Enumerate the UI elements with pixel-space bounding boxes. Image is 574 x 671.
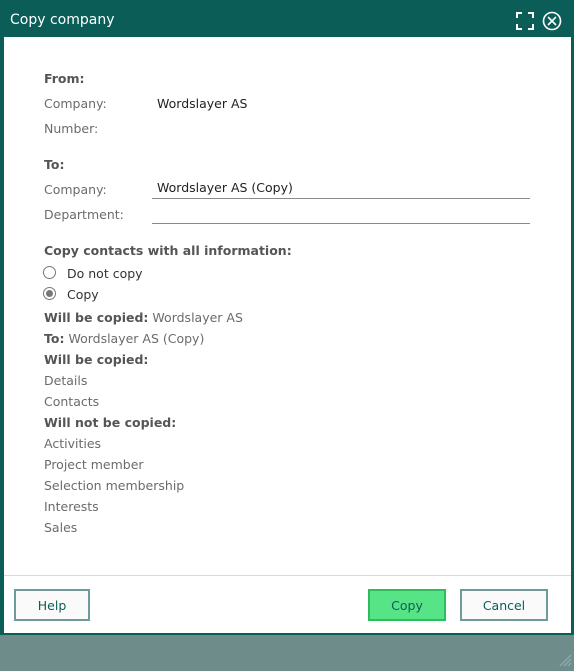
from-company-label: Company: (44, 96, 107, 111)
not-copied-item: Selection membership (44, 478, 185, 493)
to-department-input[interactable] (152, 202, 530, 224)
dialog-content: From: Company: Wordslayer AS Number: To:… (4, 37, 572, 667)
copied-item: Contacts (44, 394, 100, 409)
help-button[interactable]: Help (14, 589, 90, 621)
close-icon[interactable] (542, 11, 562, 31)
from-heading: From: (44, 71, 85, 86)
not-copied-item: Sales (44, 520, 78, 535)
to-company-label: Company: (44, 182, 107, 197)
radio-copy-label[interactable]: Copy (67, 287, 99, 302)
summary-to-value: Wordslayer AS (Copy) (68, 331, 205, 346)
not-copied-item: Project member (44, 457, 144, 472)
radio-copy[interactable] (43, 287, 56, 300)
copy-contacts-heading: Copy contacts with all information: (44, 243, 292, 258)
copied-item: Details (44, 373, 88, 388)
dialog-title: Copy company (10, 12, 115, 28)
from-company-value: Wordslayer AS (157, 96, 248, 111)
copy-button[interactable]: Copy (368, 589, 446, 621)
summary-will-be-copied-value: Wordslayer AS (152, 310, 243, 325)
summary-will-be-copied: Will be copied: Wordslayer AS (44, 310, 243, 325)
from-number-label: Number: (44, 121, 99, 136)
summary-to-label: To: (44, 331, 65, 346)
cancel-button[interactable]: Cancel (460, 589, 548, 621)
not-copied-item: Interests (44, 499, 99, 514)
summary-will-be-copied-label: Will be copied: (44, 310, 149, 325)
to-heading: To: (44, 157, 65, 172)
copy-company-dialog: Copy company From: Company: Wordslayer A… (0, 0, 574, 667)
to-company-input[interactable] (152, 177, 530, 199)
title-bar[interactable]: Copy company (3, 3, 571, 37)
copied-heading: Will be copied: (44, 352, 149, 367)
radio-do-not-copy[interactable] (43, 266, 56, 279)
to-department-label: Department: (44, 207, 124, 222)
not-copied-heading: Will not be copied: (44, 415, 177, 430)
radio-do-not-copy-label[interactable]: Do not copy (67, 266, 143, 281)
not-copied-item: Activities (44, 436, 102, 451)
resize-grip-icon[interactable] (556, 651, 572, 667)
summary-to: To: Wordslayer AS (Copy) (44, 331, 204, 346)
footer-divider (4, 575, 571, 576)
maximize-icon[interactable] (515, 11, 535, 31)
